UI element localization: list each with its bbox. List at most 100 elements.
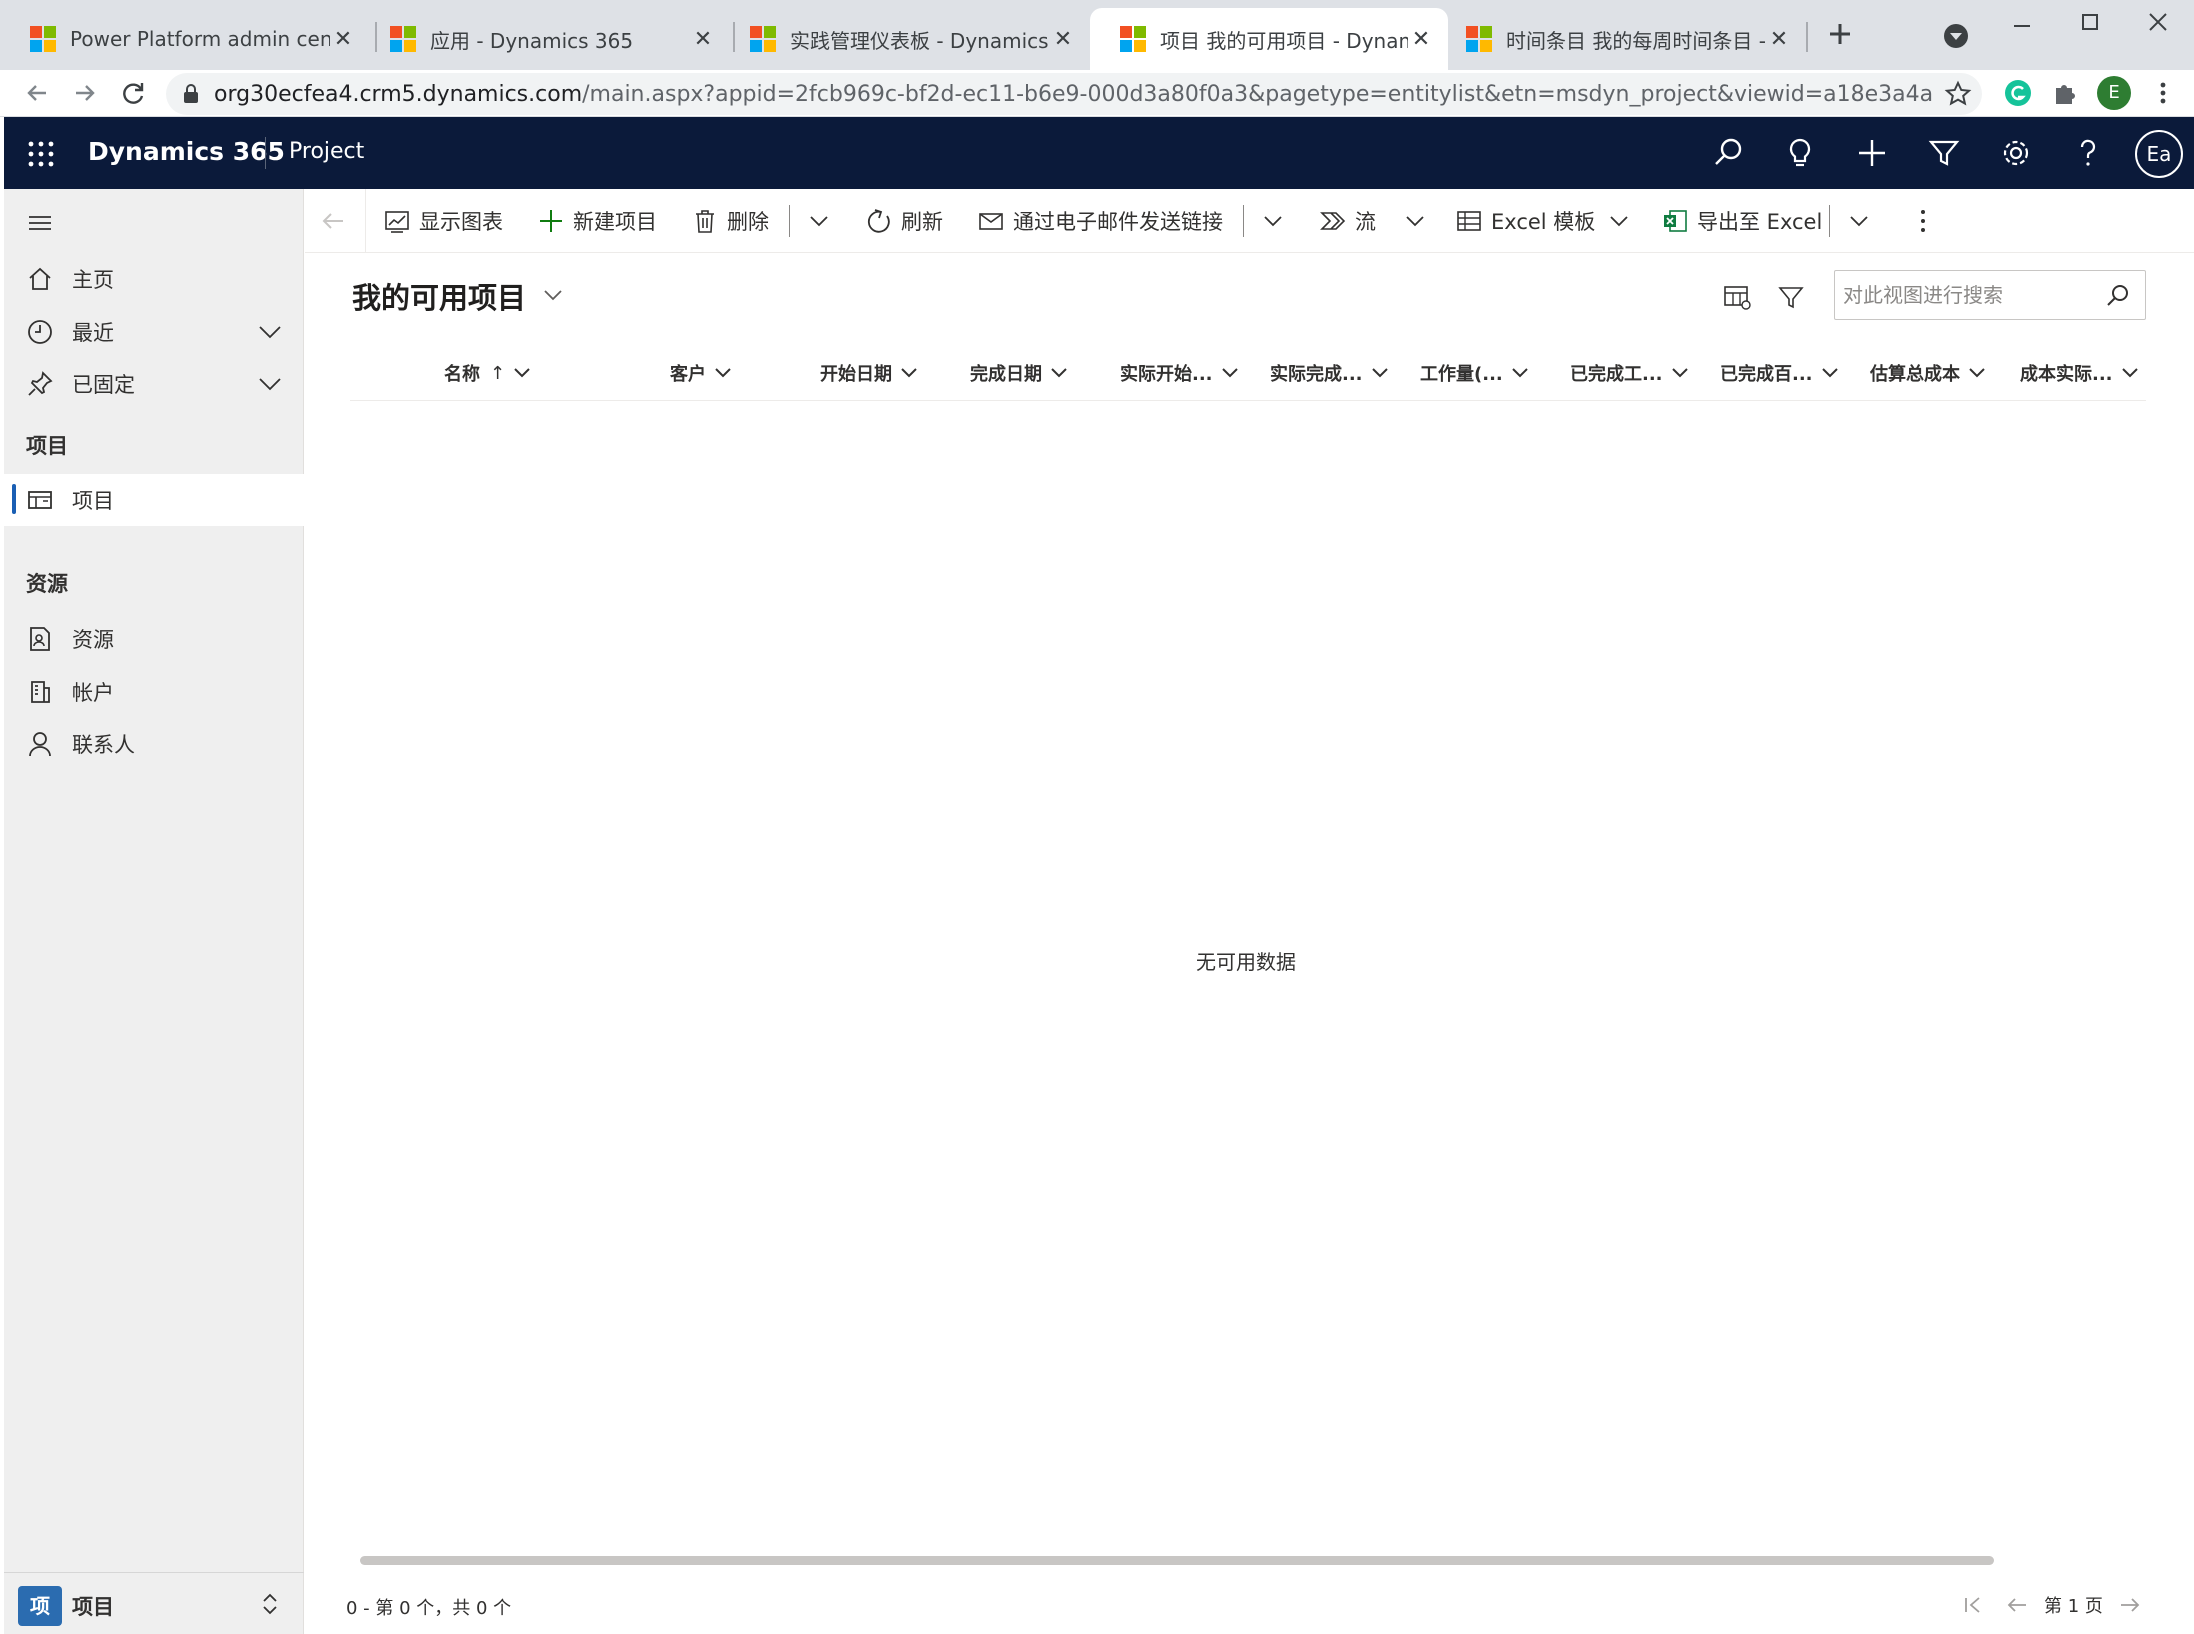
lock-icon[interactable] (180, 83, 202, 105)
forward-arrow-icon[interactable] (70, 78, 100, 108)
view-selector-chevron-icon[interactable] (540, 282, 566, 308)
search-icon[interactable] (1710, 135, 1746, 171)
help-question-icon[interactable] (2070, 135, 2106, 171)
empty-grid-message: 无可用数据 (1196, 950, 1296, 974)
delete-button[interactable]: 删除 (691, 189, 769, 253)
column-header-actual-finish[interactable]: 实际完成... (1270, 345, 1391, 401)
flow-button[interactable]: 流 (1319, 189, 1424, 253)
add-plus-icon[interactable] (1854, 135, 1890, 171)
view-title[interactable]: 我的可用项目 (352, 275, 526, 317)
column-header-customer[interactable]: 客户 (670, 345, 734, 401)
browser-menu-icon[interactable] (2148, 78, 2178, 108)
address-bar[interactable]: org30ecfea4.crm5.dynamics.com/main.aspx?… (166, 73, 1982, 115)
command-divider (789, 205, 790, 237)
chevron-down-icon[interactable] (1605, 207, 1633, 235)
sidebar-item-label: 资源 (72, 628, 114, 652)
export-excel-button[interactable]: 导出至 Excel (1661, 189, 1822, 253)
sidebar-item-pinned[interactable]: 已固定 (4, 359, 304, 409)
browser-tab[interactable]: 时间条目 我的每周时间条目 - Dynamics 365 ✕ (1436, 8, 1806, 70)
reload-icon[interactable] (118, 78, 148, 108)
column-header-actual-start[interactable]: 实际开始... (1120, 345, 1241, 401)
tab-close-icon[interactable]: ✕ (330, 27, 356, 52)
tab-close-icon[interactable]: ✕ (690, 27, 716, 52)
sidebar-item-accounts[interactable]: 帐户 (4, 667, 304, 717)
horizontal-scrollbar[interactable] (360, 1556, 1994, 1565)
chevron-down-icon (1509, 362, 1531, 384)
sidebar-item-recent[interactable]: 最近 (4, 307, 304, 357)
column-header-start-date[interactable]: 开始日期 (820, 345, 920, 401)
tab-close-icon[interactable]: ✕ (1408, 27, 1434, 52)
new-tab-plus-icon[interactable] (1822, 16, 1858, 52)
column-header-completed-work[interactable]: 已完成工... (1570, 345, 1691, 401)
chevron-down-icon[interactable] (256, 370, 284, 398)
sidebar-item-contacts[interactable]: 联系人 (4, 719, 304, 769)
bookmark-star-icon[interactable] (1944, 80, 1972, 108)
minimize-icon[interactable] (2008, 12, 2036, 40)
chevron-down-icon[interactable] (256, 318, 284, 346)
chevron-down-icon[interactable] (1259, 207, 1287, 235)
column-header-label: 实际开始... (1120, 364, 1213, 385)
column-header-effort[interactable]: 工作量(... (1420, 345, 1531, 401)
sidebar-item-projects[interactable]: 项目 (4, 474, 304, 526)
sort-ascending-icon: ↑ (490, 362, 506, 384)
tab-close-icon[interactable]: ✕ (1766, 27, 1792, 52)
sidebar-item-label: 联系人 (72, 733, 135, 757)
settings-gear-icon[interactable] (1998, 135, 2034, 171)
browser-tab-active[interactable]: 项目 我的可用项目 - Dynamics 365 ✕ (1090, 8, 1448, 70)
column-header-name[interactable]: 名称 ↑ (444, 345, 533, 401)
column-header-label: 成本实际... (2020, 364, 2113, 385)
email-link-button[interactable]: 通过电子邮件发送链接 (977, 189, 1223, 253)
browser-tab[interactable]: 应用 - Dynamics 365 ✕ (360, 8, 730, 70)
column-header-label: 估算总成本 (1870, 364, 1960, 385)
maximize-icon[interactable] (2076, 8, 2104, 36)
excel-template-button[interactable]: Excel 模板 (1455, 189, 1628, 253)
next-page-icon[interactable] (2117, 1592, 2143, 1618)
area-label: 项目 (72, 1595, 114, 1619)
more-commands-icon[interactable] (1909, 207, 1937, 235)
column-header-actual-cost[interactable]: 成本实际... (2020, 345, 2141, 401)
chevron-up-down-icon[interactable] (256, 1590, 284, 1618)
sidebar-item-home[interactable]: 主页 (4, 254, 304, 304)
chevron-down-icon[interactable] (1401, 207, 1429, 235)
column-header-percent-complete[interactable]: 已完成百... (1720, 345, 1841, 401)
edit-columns-icon[interactable] (1722, 282, 1752, 312)
browser-toolbar: org30ecfea4.crm5.dynamics.com/main.aspx?… (0, 70, 2194, 117)
user-avatar[interactable]: Ea (2135, 130, 2183, 178)
brand-title[interactable]: Dynamics 365 (88, 137, 285, 166)
app-launcher-waffle-icon[interactable] (26, 139, 56, 169)
browser-tab[interactable]: 实践管理仪表板 - Dynamics 365 ✕ (720, 8, 1090, 70)
sidebar-item-resources[interactable]: 资源 (4, 614, 304, 664)
profile-avatar[interactable]: E (2097, 76, 2131, 110)
new-project-label: 新建项目 (573, 210, 657, 234)
previous-page-icon[interactable] (2004, 1592, 2030, 1618)
first-page-icon[interactable] (1960, 1592, 1986, 1618)
tab-search-icon[interactable] (1942, 22, 1970, 50)
chevron-down-icon[interactable] (805, 207, 833, 235)
search-icon[interactable] (2105, 283, 2131, 309)
microsoft-logo-icon (750, 26, 776, 52)
hamburger-menu-icon[interactable] (26, 209, 54, 237)
browser-tab[interactable]: Power Platform admin center ✕ (0, 8, 370, 70)
column-header-finish-date[interactable]: 完成日期 (970, 345, 1070, 401)
grammarly-icon[interactable] (2003, 78, 2033, 108)
window-close-icon[interactable] (2144, 8, 2172, 36)
tab-title: 应用 - Dynamics 365 (430, 28, 634, 53)
browser-tab-strip: Power Platform admin center ✕ 应用 - Dynam… (0, 0, 2194, 70)
tab-close-icon[interactable]: ✕ (1050, 27, 1076, 52)
chevron-down-icon[interactable] (1845, 207, 1873, 235)
view-search-input[interactable] (1843, 281, 2103, 309)
lightbulb-icon[interactable] (1782, 135, 1818, 171)
refresh-button[interactable]: 刷新 (865, 189, 943, 253)
area-switcher[interactable]: 项 项目 (4, 1572, 304, 1634)
column-header-estimated-cost[interactable]: 估算总成本 (1870, 345, 1988, 401)
back-arrow-icon[interactable] (319, 207, 347, 235)
app-name[interactable]: Project (289, 139, 364, 164)
filter-icon[interactable] (1926, 135, 1962, 171)
new-project-button[interactable]: 新建项目 (537, 189, 657, 253)
back-arrow-icon[interactable] (22, 78, 52, 108)
extensions-puzzle-icon[interactable] (2050, 78, 2080, 108)
view-search-box[interactable] (1834, 270, 2146, 320)
filter-icon[interactable] (1776, 282, 1806, 312)
show-chart-button[interactable]: 显示图表 (383, 189, 503, 253)
column-header-label: 开始日期 (820, 364, 892, 385)
